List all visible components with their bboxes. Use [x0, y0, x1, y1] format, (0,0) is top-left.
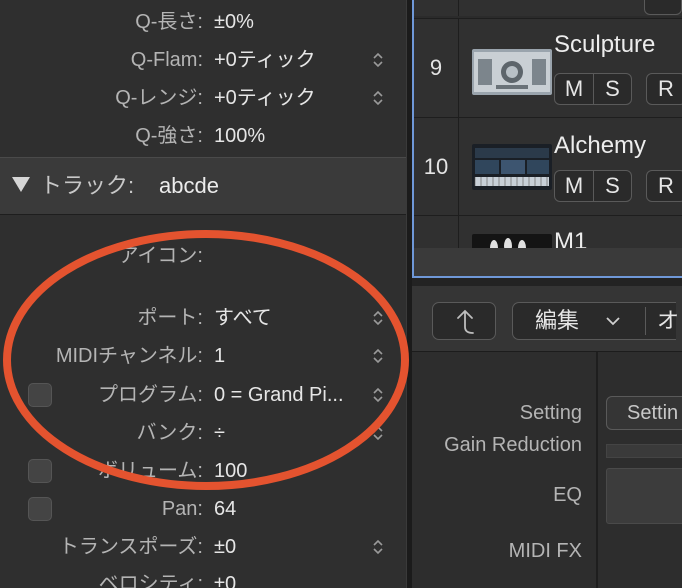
row-port: ポート: すべて	[0, 299, 406, 337]
record-button[interactable]: R	[646, 170, 682, 202]
eq-label: EQ	[553, 484, 582, 506]
mute-button[interactable]: M	[555, 74, 593, 104]
mute-button[interactable]: M	[555, 171, 593, 201]
setting-label: Setting	[519, 402, 582, 424]
edit-label: 編集	[535, 308, 580, 333]
gain-reduction-meter	[606, 444, 682, 458]
q-flam-label: Q-Flam:	[130, 49, 203, 71]
track-number-divider	[458, 19, 459, 117]
row-volume: ボリューム: 100	[0, 452, 406, 490]
q-strength-label: Q-強さ:	[135, 125, 203, 147]
pan-checkbox[interactable]	[28, 497, 52, 521]
chevron-down-icon	[606, 317, 620, 326]
row-q-length: Q-長さ: ±0%	[0, 3, 406, 41]
track-name[interactable]: Sculpture	[554, 31, 655, 59]
track-name[interactable]: abcde	[159, 158, 219, 214]
q-range-label: Q-レンジ:	[115, 87, 203, 109]
eq-display[interactable]	[606, 468, 682, 524]
button-divider	[645, 307, 646, 335]
bank-value[interactable]: ÷	[214, 414, 225, 452]
up-down-stepper-icon[interactable]	[371, 308, 385, 328]
track-row[interactable]: 10 Alchemy M S R	[414, 117, 682, 215]
pan-label: Pan:	[161, 498, 203, 520]
icon-label: アイコン:	[118, 245, 203, 267]
volume-checkbox[interactable]	[28, 459, 52, 483]
midi-channel-value[interactable]: 1	[214, 337, 225, 375]
track-row-partial[interactable]	[414, 0, 682, 16]
row-bank: バンク: ÷	[0, 414, 406, 452]
volume-label: ボリューム:	[98, 460, 203, 482]
track-number-divider	[458, 0, 459, 16]
track-number: 10	[423, 154, 449, 179]
q-flam-value[interactable]: +0ティック	[214, 41, 316, 79]
velocity-value[interactable]: ±0	[214, 565, 236, 588]
gain-reduction-label: Gain Reduction	[444, 434, 582, 456]
row-icon: アイコン:	[0, 237, 406, 275]
row-q-strength: Q-強さ: 100%	[0, 117, 406, 155]
row-transpose: トランスポーズ: ±0	[0, 528, 406, 566]
up-down-stepper-icon[interactable]	[371, 50, 385, 70]
sculpture-thumbnail-icon[interactable]	[472, 49, 552, 95]
midi-fx-label: MIDI FX	[508, 540, 582, 562]
back-arrow-icon	[457, 309, 474, 334]
q-length-value[interactable]: ±0%	[214, 3, 254, 41]
mute-solo-group: M S	[554, 170, 632, 202]
up-down-stepper-icon[interactable]	[371, 88, 385, 108]
alchemy-thumbnail-icon[interactable]	[472, 144, 552, 190]
row-velocity: ベロシティ: ±0	[0, 565, 406, 588]
row-q-flam: Q-Flam: +0ティック	[0, 41, 406, 79]
solo-button[interactable]: S	[593, 74, 631, 104]
port-label: ポート:	[137, 307, 203, 329]
back-button[interactable]	[432, 302, 496, 340]
up-down-stepper-icon[interactable]	[371, 385, 385, 405]
disclosure-triangle-icon[interactable]	[12, 177, 30, 192]
midi-channel-label: MIDIチャンネル:	[55, 345, 203, 367]
transpose-value[interactable]: ±0	[214, 528, 236, 566]
bank-label: バンク:	[136, 422, 203, 444]
up-down-stepper-icon[interactable]	[371, 423, 385, 443]
track-section-header[interactable]: トラック: abcde	[0, 157, 406, 215]
edit-menu-button[interactable]: 編集 オ	[512, 302, 679, 340]
transpose-label: トランスポーズ:	[58, 536, 203, 558]
pan-value[interactable]: 64	[214, 490, 236, 528]
track-section-label: トラック:	[40, 173, 135, 198]
next-menu-label[interactable]: オ	[657, 303, 679, 339]
track-list-footer	[414, 248, 682, 276]
port-value[interactable]: すべて	[214, 299, 272, 337]
program-label: プログラム:	[98, 384, 203, 406]
panel-body: Setting Gain Reduction EQ MIDI FX Settin	[412, 352, 682, 588]
up-down-stepper-icon[interactable]	[371, 537, 385, 557]
row-program: プログラム: 0 = Grand Pi...	[0, 376, 406, 414]
track-list: 9 Sculpture M S R 10 Alchemy M S R M1	[412, 0, 682, 278]
q-range-value[interactable]: +0ティック	[214, 79, 316, 117]
mute-solo-group: M S	[554, 73, 632, 105]
track-number-divider	[458, 118, 459, 215]
q-length-label: Q-長さ:	[135, 11, 203, 33]
panel-divider	[596, 352, 598, 588]
setting-button[interactable]: Settin	[606, 396, 682, 430]
inspector-panel: Q-長さ: ±0% Q-Flam: +0ティック Q-レンジ: +0ティック Q…	[0, 0, 406, 588]
up-down-stepper-icon[interactable]	[371, 346, 385, 366]
record-button[interactable]: R	[646, 73, 682, 105]
track-name[interactable]: Alchemy	[554, 132, 646, 160]
track-row[interactable]: 9 Sculpture M S R	[414, 18, 682, 117]
track-number: 9	[429, 55, 443, 80]
velocity-label: ベロシティ:	[98, 573, 203, 588]
volume-value[interactable]: 100	[214, 452, 247, 490]
panel-toolbar: 編集 オ	[412, 286, 682, 352]
row-midi-channel: MIDIチャンネル: 1	[0, 337, 406, 375]
record-button-partial[interactable]	[644, 0, 682, 15]
row-q-range: Q-レンジ: +0ティック	[0, 79, 406, 117]
q-strength-value[interactable]: 100%	[214, 117, 265, 155]
row-pan: Pan: 64	[0, 490, 406, 528]
program-checkbox[interactable]	[28, 383, 52, 407]
program-value[interactable]: 0 = Grand Pi...	[214, 376, 344, 414]
channel-panel: 編集 オ Setting Gain Reduction EQ MIDI FX S…	[412, 286, 682, 588]
solo-button[interactable]: S	[593, 171, 631, 201]
